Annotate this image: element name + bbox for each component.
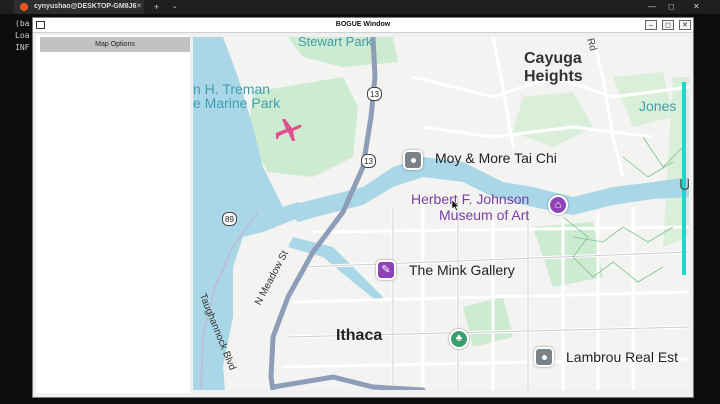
- route-13-shield: 13: [361, 154, 376, 168]
- cayuga-heights-label-line1: Cayuga: [524, 50, 582, 67]
- jones-label: Jones: [639, 98, 677, 114]
- terminal-line: INF: [15, 43, 30, 52]
- museum-icon[interactable]: ⌂: [548, 195, 568, 215]
- terminal-tab[interactable]: cynyushao@DESKTOP-GM8J6 ✕: [14, 0, 144, 14]
- mouse-cursor-icon: [452, 200, 460, 211]
- terminal-line: Loa: [15, 31, 30, 40]
- new-tab-button[interactable]: +: [154, 0, 159, 14]
- terminal-line: (ba: [15, 19, 30, 28]
- window-title: BOGUE Window: [335, 21, 391, 28]
- close-tab-icon[interactable]: ✕: [136, 0, 142, 14]
- stewart-park-label: Stewart Park: [298, 37, 373, 49]
- poi-lambrou-label[interactable]: Lambrou Real Est: [566, 349, 678, 365]
- tab-dropdown-button[interactable]: ⌄: [172, 0, 178, 14]
- cayuga-heights-label-line2: Heights: [524, 68, 583, 85]
- window-minimize-button[interactable]: –: [645, 20, 657, 30]
- ithaca-label: Ithaca: [336, 327, 383, 344]
- park-marker-icon[interactable]: ♣: [449, 329, 469, 349]
- window-maximize-button[interactable]: ◻: [662, 20, 674, 30]
- ubuntu-icon: [20, 3, 28, 11]
- treman-park-label-line2: e Marine Park: [193, 95, 281, 111]
- window-close-button[interactable]: ✕: [679, 20, 691, 30]
- terminal-maximize-button[interactable]: ◻: [668, 0, 675, 14]
- terminal-tab-title: cynyushao@DESKTOP-GM8J6: [34, 3, 137, 10]
- airport-icon: [276, 119, 302, 141]
- map-options-button[interactable]: Map Options: [40, 37, 190, 52]
- map-view[interactable]: Stewart Park n H. Treman e Marine Park C…: [193, 37, 689, 390]
- terminal-output: (ba Loa INF: [15, 18, 29, 54]
- sidebar-panel: Map Options: [36, 35, 190, 393]
- terminal-tab-bar: cynyushao@DESKTOP-GM8J6 ✕ + ⌄ — ◻ ✕: [0, 0, 720, 14]
- edge-label: U: [679, 177, 689, 194]
- poi-moy-label[interactable]: Moy & More Tai Chi: [435, 150, 557, 166]
- bogue-window: BOGUE Window – ◻ ✕ Map Options Stewart P…: [32, 17, 694, 398]
- window-titlebar[interactable]: BOGUE Window – ◻ ✕: [33, 18, 693, 33]
- place-marker-icon[interactable]: [534, 347, 554, 367]
- route-13-shield: 13: [367, 87, 382, 101]
- poi-johnson-label-line1[interactable]: Herbert F. Johnson: [411, 191, 529, 207]
- route-89-shield: 89: [222, 212, 237, 226]
- art-gallery-icon[interactable]: ✎: [376, 260, 396, 280]
- poi-mink-label[interactable]: The Mink Gallery: [409, 262, 515, 278]
- terminal-close-button[interactable]: ✕: [693, 0, 700, 14]
- terminal-minimize-button[interactable]: —: [648, 0, 656, 14]
- place-marker-icon[interactable]: [403, 150, 423, 170]
